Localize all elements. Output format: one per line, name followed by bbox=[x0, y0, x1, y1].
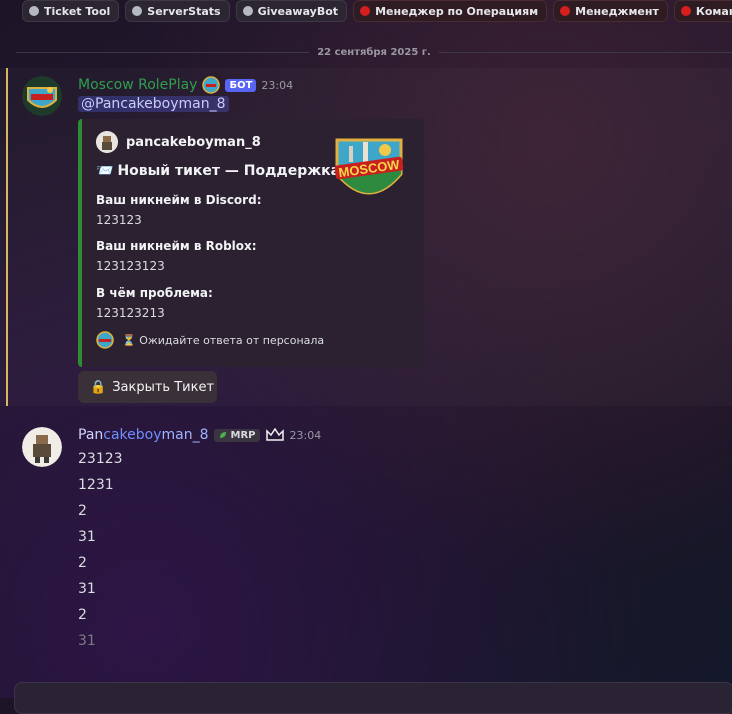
message-line: 2 bbox=[78, 555, 87, 571]
message2-header: Pancakeboyman_8 MRP 23:04 bbox=[78, 427, 321, 443]
embed-title: 📨 Новый тикет — Поддержка bbox=[96, 163, 340, 179]
moscow-logo-thumbnail[interactable]: MOSCOW bbox=[329, 128, 409, 208]
field-name-roblox: Ваш никнейм в Roblox: bbox=[96, 239, 257, 253]
status-dot-icon bbox=[29, 6, 39, 16]
field-name-problem: В чём проблема: bbox=[96, 286, 213, 300]
user-avatar[interactable] bbox=[22, 427, 62, 467]
server-tag: MRP bbox=[213, 428, 260, 442]
message-line: 1231 bbox=[78, 477, 114, 493]
field-value-roblox: 123123123 bbox=[96, 259, 165, 273]
message2-lines: 23123 1231 2 31 2 31 2 31 bbox=[78, 449, 123, 657]
message-composer[interactable] bbox=[14, 682, 732, 714]
chip-ticket-tool[interactable]: Ticket Tool bbox=[22, 0, 120, 22]
embed-author-name[interactable]: pancakeboyman_8 bbox=[126, 135, 261, 150]
mention-highlight-bar bbox=[6, 68, 8, 406]
close-ticket-button[interactable]: 🔒 Закрыть Тикет bbox=[78, 371, 217, 403]
role-dot-icon bbox=[560, 6, 571, 16]
embed-title-text: Новый тикет — Поддержка bbox=[117, 163, 341, 179]
user-username[interactable]: Pancakeboyman_8 bbox=[78, 427, 209, 443]
chip-internal-team[interactable]: Команда Внутренни bbox=[673, 0, 732, 22]
embed-author-avatar bbox=[96, 131, 118, 153]
field-value-problem: 123123213 bbox=[96, 306, 165, 320]
chip-giveawaybot[interactable]: GiveawayBot bbox=[235, 0, 348, 22]
embed-author: pancakeboyman_8 bbox=[96, 131, 261, 153]
message-line: 31 bbox=[78, 581, 96, 597]
pinned-roles-bar: Ticket Tool ServerStats GiveawayBot Мене… bbox=[0, 0, 732, 24]
envelope-icon: 📨 bbox=[96, 163, 114, 179]
ticket-embed: pancakeboyman_8 📨 Новый тикет — Поддержк… bbox=[78, 119, 424, 367]
user-mention[interactable]: @Pancakeboyman_8 bbox=[78, 96, 229, 112]
field-name-discord: Ваш никнейм в Discord: bbox=[96, 193, 262, 207]
bot-avatar[interactable] bbox=[22, 76, 62, 116]
role-dot-icon bbox=[680, 6, 691, 16]
bot-tag: БОТ bbox=[225, 78, 257, 92]
chip-operations-manager[interactable]: Менеджер по Операциям bbox=[353, 0, 548, 22]
lock-icon: 🔒 bbox=[90, 379, 107, 395]
leaf-icon bbox=[219, 432, 226, 438]
message-line: 31 bbox=[78, 633, 96, 649]
embed-footer: ⏳ Ожидайте ответа от персонала bbox=[96, 331, 324, 349]
close-ticket-label: Закрыть Тикет bbox=[112, 379, 215, 395]
message-line: 2 bbox=[78, 607, 87, 623]
date-divider-text: 22 сентября 2025 г. bbox=[317, 46, 431, 58]
crown-icon bbox=[265, 428, 284, 441]
message1-header: Moscow RolePlay БОТ 23:04 bbox=[78, 76, 293, 94]
message-timestamp: 23:04 bbox=[261, 78, 294, 92]
bot-username[interactable]: Moscow RolePlay bbox=[78, 77, 197, 93]
role-dot-icon bbox=[360, 6, 371, 16]
message-line: 2 bbox=[78, 503, 87, 519]
date-divider: 22 сентября 2025 г. bbox=[16, 44, 732, 60]
embed-footer-text: ⏳ Ожидайте ответа от персонала bbox=[122, 333, 325, 347]
chip-management[interactable]: Менеджмент bbox=[553, 0, 668, 22]
server-badge-icon bbox=[202, 76, 221, 94]
status-dot-icon bbox=[242, 6, 253, 16]
message-timestamp: 23:04 bbox=[289, 428, 322, 442]
message-line: 23123 bbox=[78, 451, 123, 467]
status-dot-icon bbox=[132, 6, 143, 16]
footer-logo-icon bbox=[96, 331, 114, 349]
message-line: 31 bbox=[78, 529, 96, 545]
chip-serverstats[interactable]: ServerStats bbox=[125, 0, 230, 22]
field-value-discord: 123123 bbox=[96, 213, 142, 227]
